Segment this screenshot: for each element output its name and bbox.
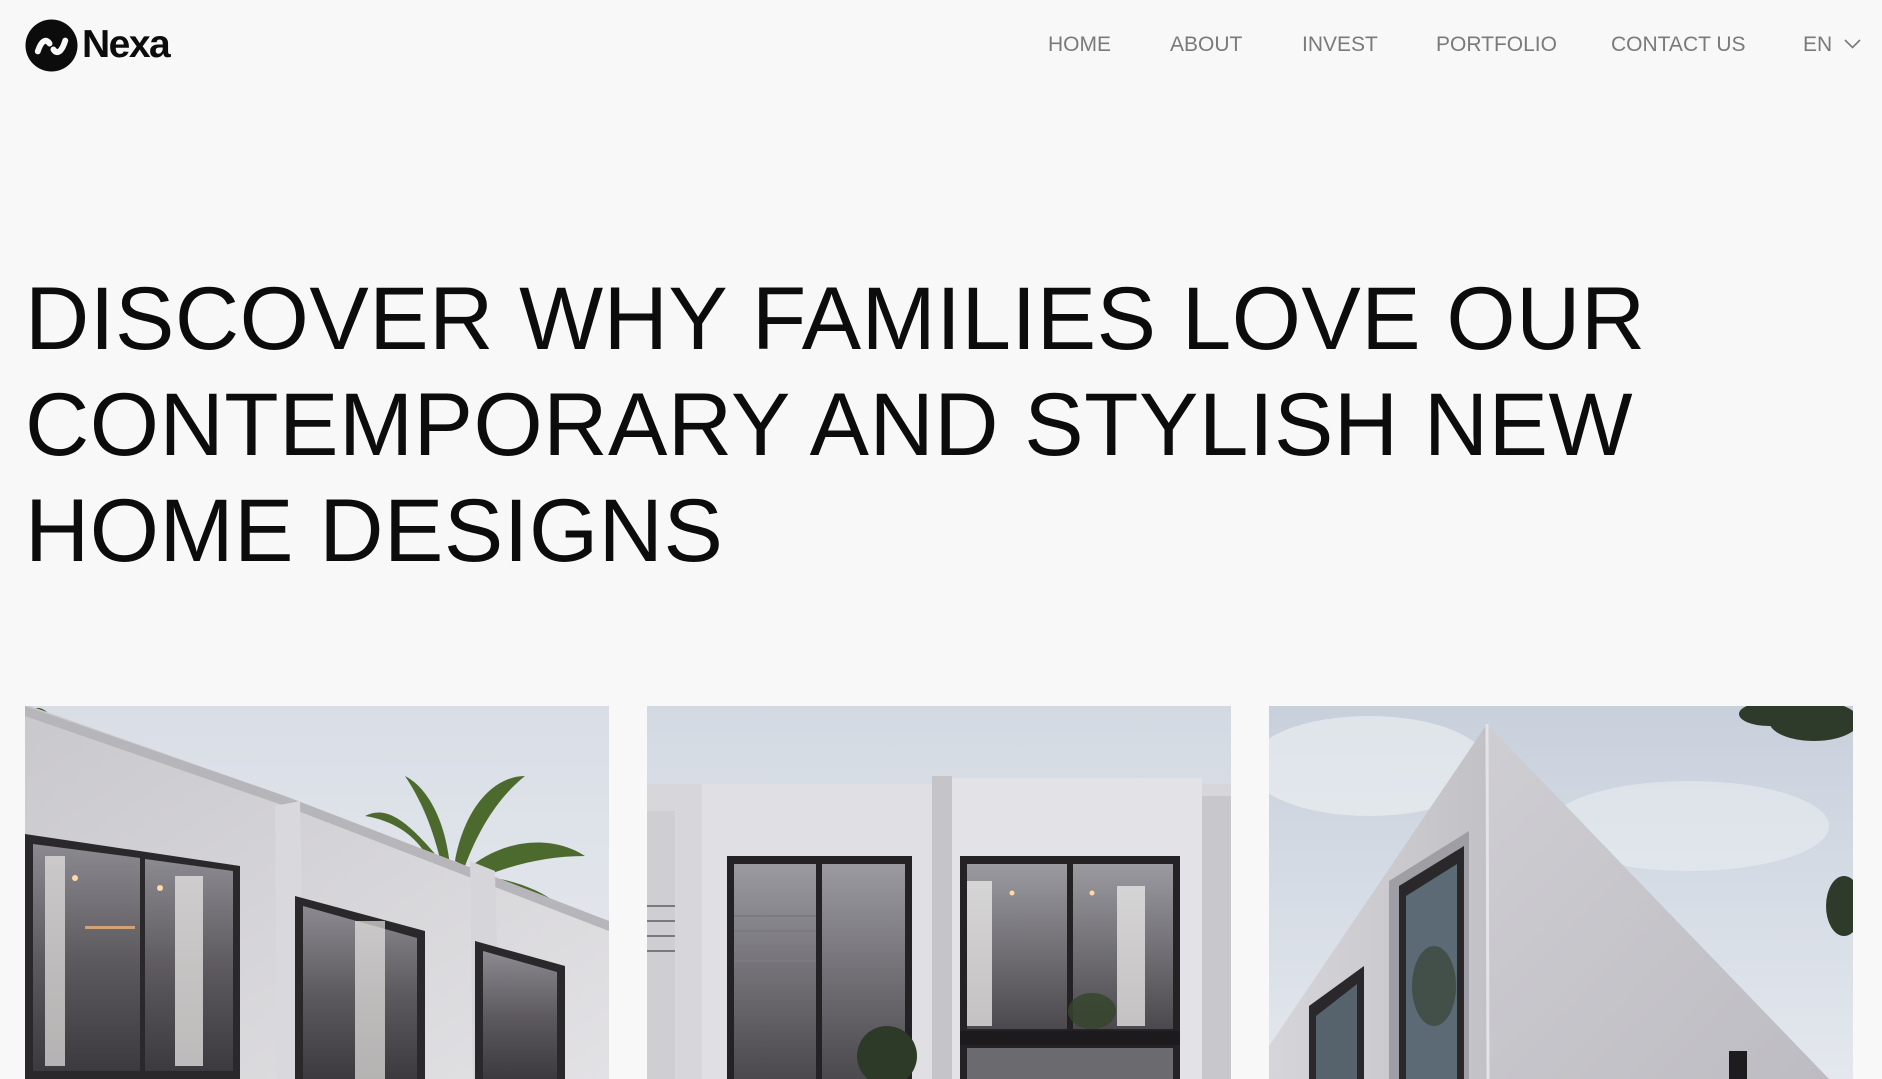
gallery-image-3[interactable] bbox=[1269, 706, 1853, 1079]
language-selector[interactable]: EN bbox=[1803, 30, 1861, 60]
house-double-frame-image bbox=[647, 706, 1231, 1079]
hero-heading-line-3: HOME DESIGNS bbox=[25, 480, 724, 580]
gallery-image-2[interactable] bbox=[647, 706, 1231, 1079]
hero-heading-line-1: DISCOVER WHY FAMILIES LOVE OUR bbox=[25, 268, 1646, 368]
nav-contact-us-link[interactable]: CONTACT US bbox=[1611, 30, 1746, 60]
house-facade-image bbox=[25, 706, 609, 1079]
site-header: Nexa HOME ABOUT INVEST PORTFOLIO CONTACT… bbox=[0, 0, 1882, 90]
nav-portfolio-link[interactable]: PORTFOLIO bbox=[1436, 30, 1557, 60]
house-corner-image bbox=[1269, 706, 1853, 1079]
nav-invest-link[interactable]: INVEST bbox=[1302, 30, 1378, 60]
hero-heading: DISCOVER WHY FAMILIES LOVE OUR CONTEMPOR… bbox=[25, 265, 1725, 583]
main-nav: HOME ABOUT INVEST PORTFOLIO CONTACT US E… bbox=[0, 30, 1882, 60]
nav-home-link[interactable]: HOME bbox=[1048, 30, 1111, 60]
language-label: EN bbox=[1803, 33, 1833, 56]
gallery-image-1[interactable] bbox=[25, 706, 609, 1079]
chevron-down-icon bbox=[1844, 39, 1861, 49]
nav-about-link[interactable]: ABOUT bbox=[1170, 30, 1242, 60]
hero-heading-line-2: CONTEMPORARY AND STYLISH NEW bbox=[25, 374, 1634, 474]
